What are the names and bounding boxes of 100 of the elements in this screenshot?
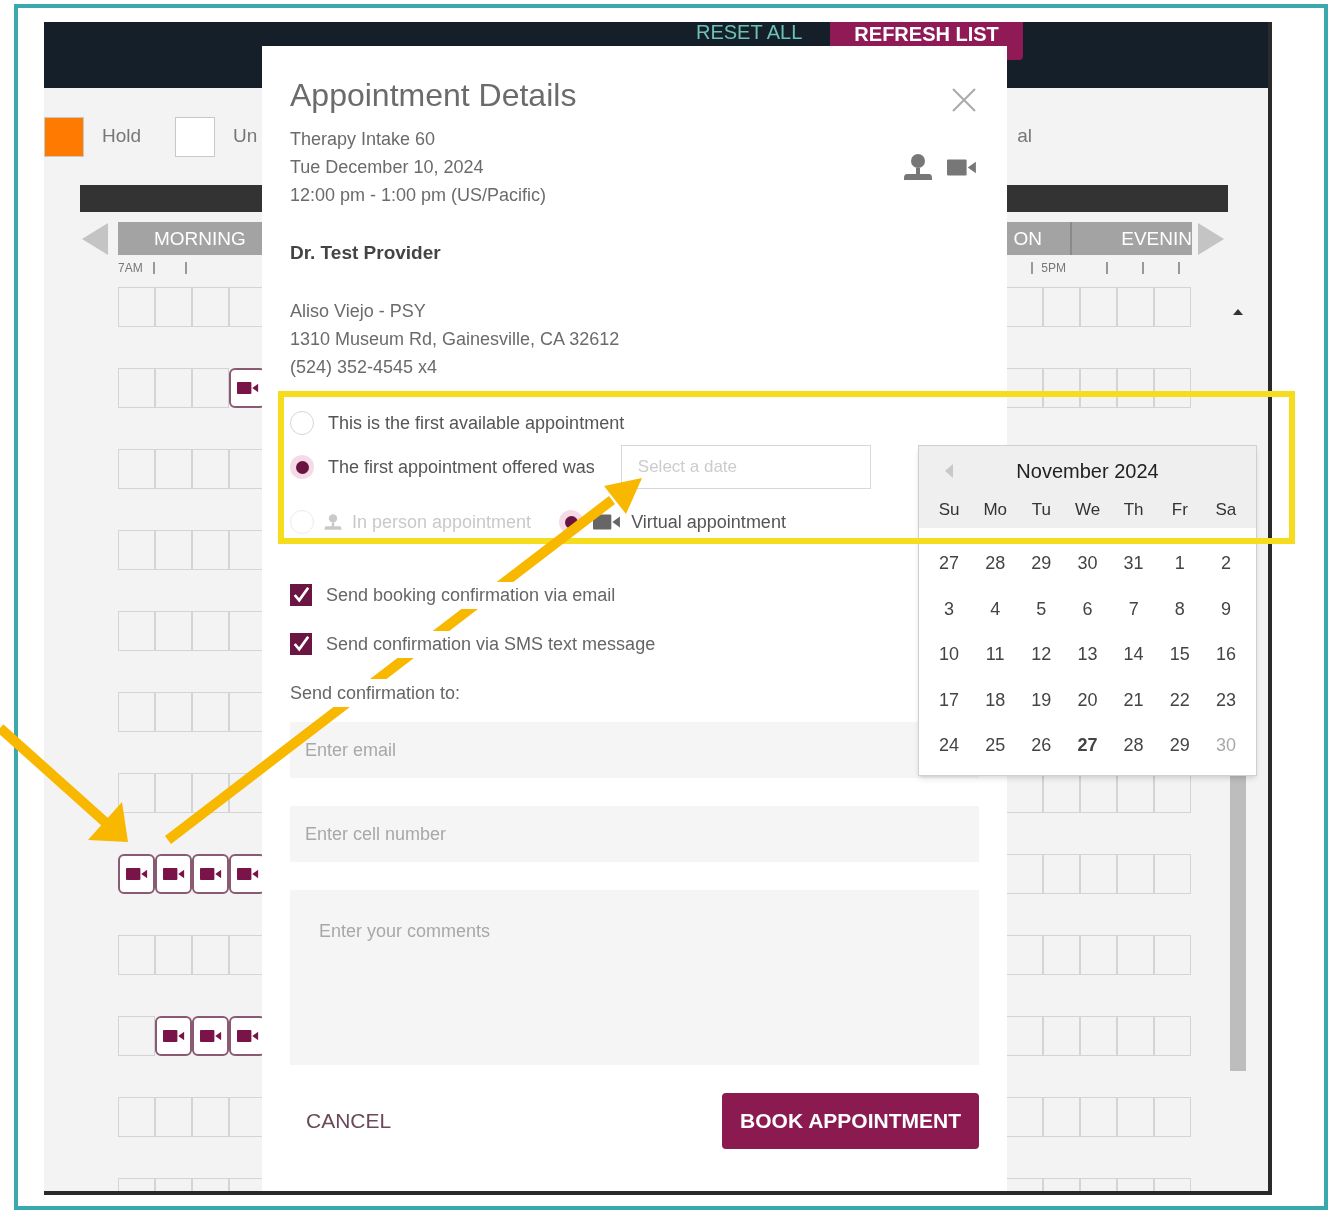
calendar-day[interactable]: 10 xyxy=(926,632,973,678)
schedule-slot[interactable] xyxy=(1043,1016,1080,1056)
calendar-day[interactable]: 3 xyxy=(926,586,973,632)
schedule-slot[interactable] xyxy=(1154,854,1191,894)
schedule-slot[interactable] xyxy=(1117,854,1154,894)
schedule-slot[interactable] xyxy=(155,692,192,732)
schedule-slot[interactable] xyxy=(1043,287,1080,327)
checkbox[interactable] xyxy=(290,633,312,655)
schedule-slot[interactable] xyxy=(118,530,155,570)
schedule-slot[interactable] xyxy=(1117,935,1154,975)
schedule-slot[interactable] xyxy=(1043,368,1080,408)
left-arrow-icon[interactable] xyxy=(82,222,108,255)
schedule-slot[interactable] xyxy=(1080,854,1117,894)
calendar-day[interactable]: 21 xyxy=(1110,677,1157,723)
schedule-slot[interactable] xyxy=(192,773,229,813)
schedule-slot[interactable] xyxy=(118,935,155,975)
schedule-slot[interactable] xyxy=(192,449,229,489)
schedule-slot[interactable] xyxy=(192,692,229,732)
schedule-slot[interactable] xyxy=(192,1097,229,1137)
right-arrow-icon[interactable] xyxy=(1198,222,1224,255)
calendar-day[interactable]: 1 xyxy=(1156,541,1203,587)
schedule-slot[interactable] xyxy=(1080,935,1117,975)
calendar-day[interactable]: 18 xyxy=(972,677,1019,723)
calendar-day[interactable]: 22 xyxy=(1156,677,1203,723)
schedule-slot[interactable] xyxy=(1117,368,1154,408)
schedule-slot[interactable] xyxy=(1154,935,1191,975)
calendar-day[interactable]: 14 xyxy=(1110,632,1157,678)
previous-month-icon[interactable] xyxy=(945,464,953,478)
calendar-day[interactable]: 19 xyxy=(1018,677,1065,723)
book-appointment-button[interactable]: BOOK APPOINTMENT xyxy=(722,1093,979,1149)
schedule-slot[interactable] xyxy=(155,287,192,327)
calendar-day[interactable]: 17 xyxy=(926,677,973,723)
calendar-day[interactable]: 7 xyxy=(1110,586,1157,632)
schedule-slot[interactable] xyxy=(192,287,229,327)
calendar-day[interactable]: 11 xyxy=(972,632,1019,678)
schedule-slot[interactable] xyxy=(1080,368,1117,408)
calendar-day[interactable]: 16 xyxy=(1202,632,1249,678)
schedule-slot[interactable] xyxy=(118,611,155,651)
calendar-day[interactable]: 9 xyxy=(1202,586,1249,632)
calendar-day[interactable]: 26 xyxy=(1018,723,1065,769)
video-slot[interactable] xyxy=(155,1016,192,1056)
schedule-slot[interactable] xyxy=(1154,1097,1191,1137)
schedule-slot[interactable] xyxy=(118,1097,155,1137)
calendar-day[interactable]: 28 xyxy=(972,541,1019,587)
schedule-slot[interactable] xyxy=(118,287,155,327)
cancel-button[interactable]: CANCEL xyxy=(306,1105,392,1137)
calendar-day[interactable]: 24 xyxy=(926,723,973,769)
schedule-slot[interactable] xyxy=(1080,1016,1117,1056)
calendar-day[interactable]: 12 xyxy=(1018,632,1065,678)
schedule-slot[interactable] xyxy=(118,692,155,732)
radio-button[interactable] xyxy=(290,411,314,435)
schedule-slot[interactable] xyxy=(1043,935,1080,975)
scroll-up-icon[interactable] xyxy=(1233,309,1243,315)
reset-button[interactable]: RESET ALL xyxy=(684,22,815,42)
schedule-slot[interactable] xyxy=(1080,287,1117,327)
video-slot[interactable] xyxy=(118,854,155,894)
calendar-day[interactable]: 31 xyxy=(1110,541,1157,587)
schedule-slot[interactable] xyxy=(155,1097,192,1137)
schedule-slot[interactable] xyxy=(192,530,229,570)
schedule-slot[interactable] xyxy=(1117,1016,1154,1056)
comments-field[interactable]: Enter your comments xyxy=(290,890,979,1065)
schedule-slot[interactable] xyxy=(118,449,155,489)
calendar-day[interactable]: 5 xyxy=(1018,586,1065,632)
schedule-slot[interactable] xyxy=(155,530,192,570)
calendar-day[interactable]: 13 xyxy=(1064,632,1111,678)
schedule-slot[interactable] xyxy=(1080,1097,1117,1137)
calendar-day[interactable]: 23 xyxy=(1202,677,1249,723)
radio-button[interactable] xyxy=(290,455,314,479)
calendar-day[interactable]: 20 xyxy=(1064,677,1111,723)
calendar-day[interactable]: 30 xyxy=(1064,541,1111,587)
video-slot[interactable] xyxy=(155,854,192,894)
calendar-day[interactable]: 15 xyxy=(1156,632,1203,678)
schedule-slot[interactable] xyxy=(1154,368,1191,408)
calendar-day[interactable]: 8 xyxy=(1156,586,1203,632)
calendar-day[interactable]: 27 xyxy=(926,541,973,587)
schedule-slot[interactable] xyxy=(155,449,192,489)
close-icon[interactable] xyxy=(951,87,977,113)
schedule-slot[interactable] xyxy=(1154,287,1191,327)
cell-number-field[interactable]: Enter cell number xyxy=(290,806,979,862)
video-slot[interactable] xyxy=(192,854,229,894)
calendar-day[interactable]: 6 xyxy=(1064,586,1111,632)
schedule-slot[interactable] xyxy=(155,611,192,651)
schedule-slot[interactable] xyxy=(1043,854,1080,894)
calendar-day[interactable]: 2 xyxy=(1202,541,1249,587)
schedule-slot[interactable] xyxy=(1117,287,1154,327)
schedule-slot[interactable] xyxy=(155,773,192,813)
calendar-day[interactable]: 28 xyxy=(1110,723,1157,769)
schedule-slot[interactable] xyxy=(1043,1097,1080,1137)
calendar-day[interactable]: 27 xyxy=(1064,723,1111,769)
schedule-slot[interactable] xyxy=(1117,1097,1154,1137)
schedule-slot[interactable] xyxy=(192,611,229,651)
schedule-slot[interactable] xyxy=(118,368,155,408)
video-slot[interactable] xyxy=(192,1016,229,1056)
schedule-slot[interactable] xyxy=(1154,1016,1191,1056)
schedule-slot[interactable] xyxy=(192,935,229,975)
checkbox[interactable] xyxy=(290,584,312,606)
schedule-slot[interactable] xyxy=(118,773,155,813)
calendar-day[interactable]: 29 xyxy=(1018,541,1065,587)
schedule-slot[interactable] xyxy=(155,368,192,408)
schedule-slot[interactable] xyxy=(155,935,192,975)
